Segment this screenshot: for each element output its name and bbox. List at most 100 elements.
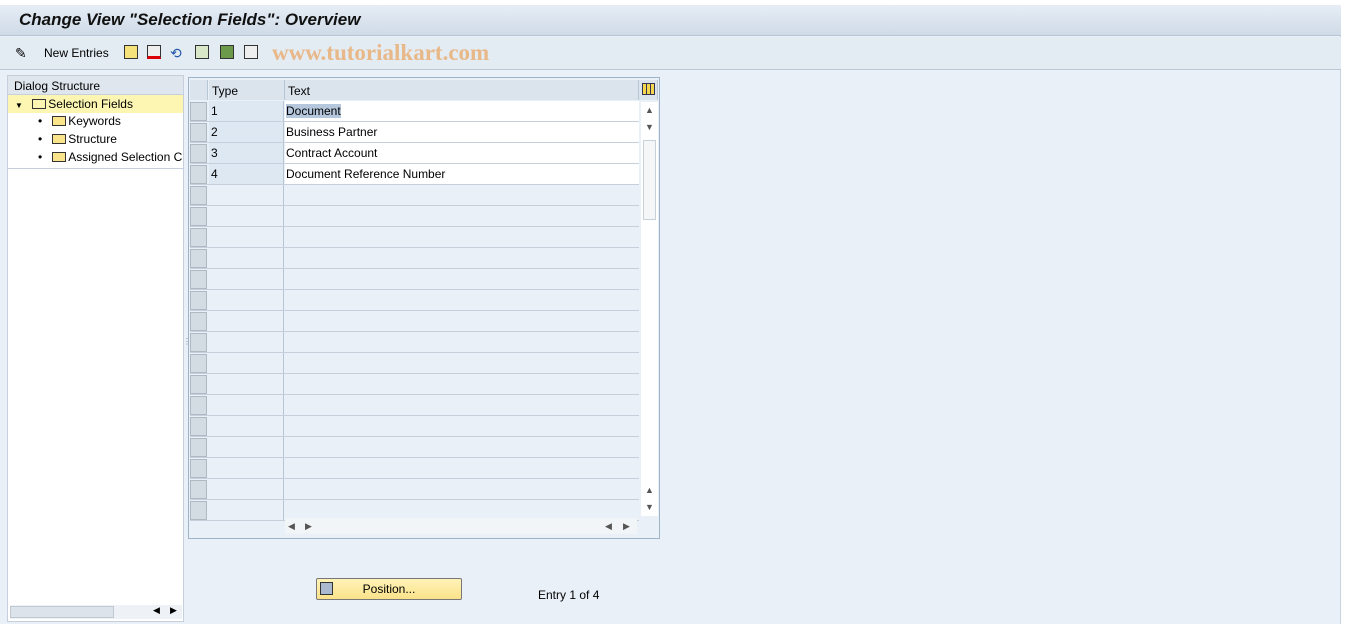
row-selector[interactable] [190,207,207,226]
text-cell[interactable] [285,500,639,520]
text-cell[interactable] [285,206,639,226]
type-cell[interactable] [209,479,284,499]
table-row[interactable] [190,206,639,227]
text-cell[interactable] [285,311,639,331]
new-entries-button[interactable]: New Entries [44,46,109,60]
table-settings-icon[interactable] [639,80,658,100]
text-cell[interactable] [285,269,639,289]
table-row[interactable] [190,395,639,416]
text-cell[interactable] [285,185,639,205]
text-cell[interactable]: Business Partner [285,122,639,142]
row-selector[interactable] [190,312,207,331]
type-cell[interactable] [209,206,284,226]
text-cell[interactable] [285,416,639,436]
text-cell[interactable] [285,227,639,247]
table-row[interactable]: 1 Document [190,101,639,122]
table-row[interactable] [190,227,639,248]
type-cell[interactable] [209,185,284,205]
text-cell[interactable]: Document Reference Number [285,164,639,184]
scroll-left-icon[interactable]: ◀ [153,605,160,616]
text-cell[interactable]: Document [285,101,639,121]
row-selector[interactable] [190,249,207,268]
row-selector[interactable] [190,228,207,247]
row-selector[interactable] [190,417,207,436]
table-row[interactable] [190,290,639,311]
type-cell[interactable] [209,227,284,247]
table-row[interactable] [190,353,639,374]
type-cell[interactable] [209,416,284,436]
table-row[interactable]: 3 Contract Account [190,143,639,164]
type-cell[interactable]: 3 [209,143,284,163]
text-cell[interactable] [285,395,639,415]
table-row[interactable] [190,332,639,353]
row-selector[interactable] [190,270,207,289]
type-cell[interactable]: 4 [209,164,284,184]
row-selector[interactable] [190,186,207,205]
copy-icon[interactable] [124,45,138,59]
column-header-text[interactable]: Text [285,80,639,100]
undo-icon[interactable]: ⟲ [170,45,182,62]
table-row[interactable] [190,269,639,290]
text-cell[interactable] [285,458,639,478]
text-cell[interactable] [285,374,639,394]
scroll-right-icon[interactable]: ▶ [623,518,630,534]
type-cell[interactable] [209,458,284,478]
text-cell[interactable] [285,248,639,268]
text-cell[interactable]: Contract Account [285,143,639,163]
type-cell[interactable] [209,248,284,268]
text-cell[interactable] [285,437,639,457]
scroll-right-icon[interactable]: ▶ [170,605,177,616]
table-row[interactable] [190,248,639,269]
scroll-left-icon[interactable]: ◀ [605,518,612,534]
row-selector[interactable] [190,102,207,121]
type-cell[interactable]: 1 [209,101,284,121]
table-row[interactable] [190,311,639,332]
row-selector[interactable] [190,333,207,352]
text-cell[interactable] [285,479,639,499]
scroll-up-icon[interactable]: ▲ [641,102,658,118]
row-selector[interactable] [190,501,207,520]
scroll-thumb[interactable] [643,140,656,220]
tree-node-assigned-selection[interactable]: • Assigned Selection C [38,150,183,168]
text-cell[interactable] [285,290,639,310]
type-cell[interactable] [209,437,284,457]
table-row[interactable] [190,458,639,479]
type-cell[interactable] [209,500,284,520]
type-cell[interactable]: 2 [209,122,284,142]
scroll-down-icon[interactable]: ▼ [641,119,658,135]
tree-horizontal-scrollbar[interactable]: ◀ ▶ [10,605,182,619]
delete-icon[interactable] [147,45,161,59]
row-selector[interactable] [190,123,207,142]
row-selector[interactable] [190,165,207,184]
type-cell[interactable] [209,332,284,352]
row-selector[interactable] [190,354,207,373]
tree-node-selection-fields[interactable]: ▼ Selection Fields [8,95,183,113]
table-row[interactable] [190,437,639,458]
type-cell[interactable] [209,311,284,331]
type-cell[interactable] [209,269,284,289]
scroll-down-icon[interactable]: ▼ [641,499,658,515]
select-block-icon[interactable] [220,45,234,59]
table-row[interactable] [190,374,639,395]
expand-triangle-icon[interactable]: ▼ [15,101,23,110]
vertical-scrollbar[interactable]: ▲ ▼ ▲ ▼ [641,102,658,516]
type-cell[interactable] [209,353,284,373]
table-row[interactable] [190,416,639,437]
row-selector[interactable] [190,144,207,163]
type-cell[interactable] [209,374,284,394]
table-row[interactable]: 4 Document Reference Number [190,164,639,185]
scroll-right-icon[interactable]: ▶ [305,518,312,534]
edit-pencil-icon[interactable]: ✎ [15,45,27,62]
row-selector[interactable] [190,291,207,310]
horizontal-scrollbar[interactable]: ◀ ▶ ◀ ▶ [285,518,637,534]
type-cell[interactable] [209,395,284,415]
row-selector[interactable] [190,459,207,478]
select-all-rows-button[interactable] [190,80,208,100]
table-row[interactable]: 2 Business Partner [190,122,639,143]
row-selector[interactable] [190,480,207,499]
tree-node-keywords[interactable]: • Keywords [38,114,183,132]
scroll-left-icon[interactable]: ◀ [288,518,295,534]
text-cell[interactable] [285,353,639,373]
scroll-up-icon[interactable]: ▲ [641,482,658,498]
select-all-icon[interactable] [195,45,209,59]
